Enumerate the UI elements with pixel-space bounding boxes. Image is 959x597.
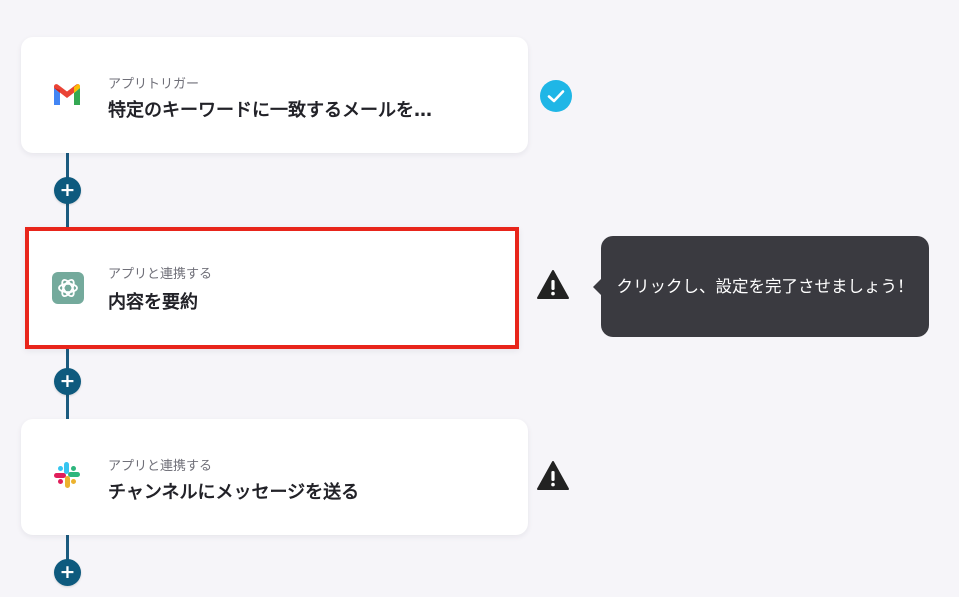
plus-icon: +	[59, 561, 76, 583]
step-title: 特定のキーワードに一致するメールを…	[108, 100, 432, 121]
flow-step-summarize[interactable]: アプリと連携する 内容を要約	[25, 227, 519, 349]
setup-tooltip: クリックし、設定を完了させましょう！	[601, 236, 929, 337]
step-type-label: アプリと連携する	[108, 267, 213, 282]
check-circle-icon	[540, 80, 572, 112]
warning-triangle-icon	[537, 461, 569, 490]
add-step-button-2[interactable]: +	[54, 368, 81, 395]
step-title: チャンネルにメッセージを送る	[108, 482, 360, 503]
step-type-label: アプリトリガー	[108, 77, 200, 92]
add-step-button-1[interactable]: +	[54, 177, 81, 204]
slack-icon	[54, 462, 80, 488]
flow-step-slack-message[interactable]: アプリと連携する チャンネルにメッセージを送る	[21, 419, 528, 535]
tooltip-text: クリックし、設定を完了させましょう！	[616, 277, 914, 296]
warning-triangle-icon	[537, 270, 569, 299]
step-title: 内容を要約	[108, 292, 198, 313]
gmail-icon	[54, 84, 80, 105]
plus-icon: +	[59, 179, 76, 201]
flow-step-gmail-trigger[interactable]: アプリトリガー 特定のキーワードに一致するメールを…	[21, 37, 528, 153]
step-type-label: アプリと連携する	[108, 459, 213, 474]
chatgpt-icon	[52, 272, 84, 304]
add-step-button-3[interactable]: +	[54, 559, 81, 586]
plus-icon: +	[59, 370, 76, 392]
